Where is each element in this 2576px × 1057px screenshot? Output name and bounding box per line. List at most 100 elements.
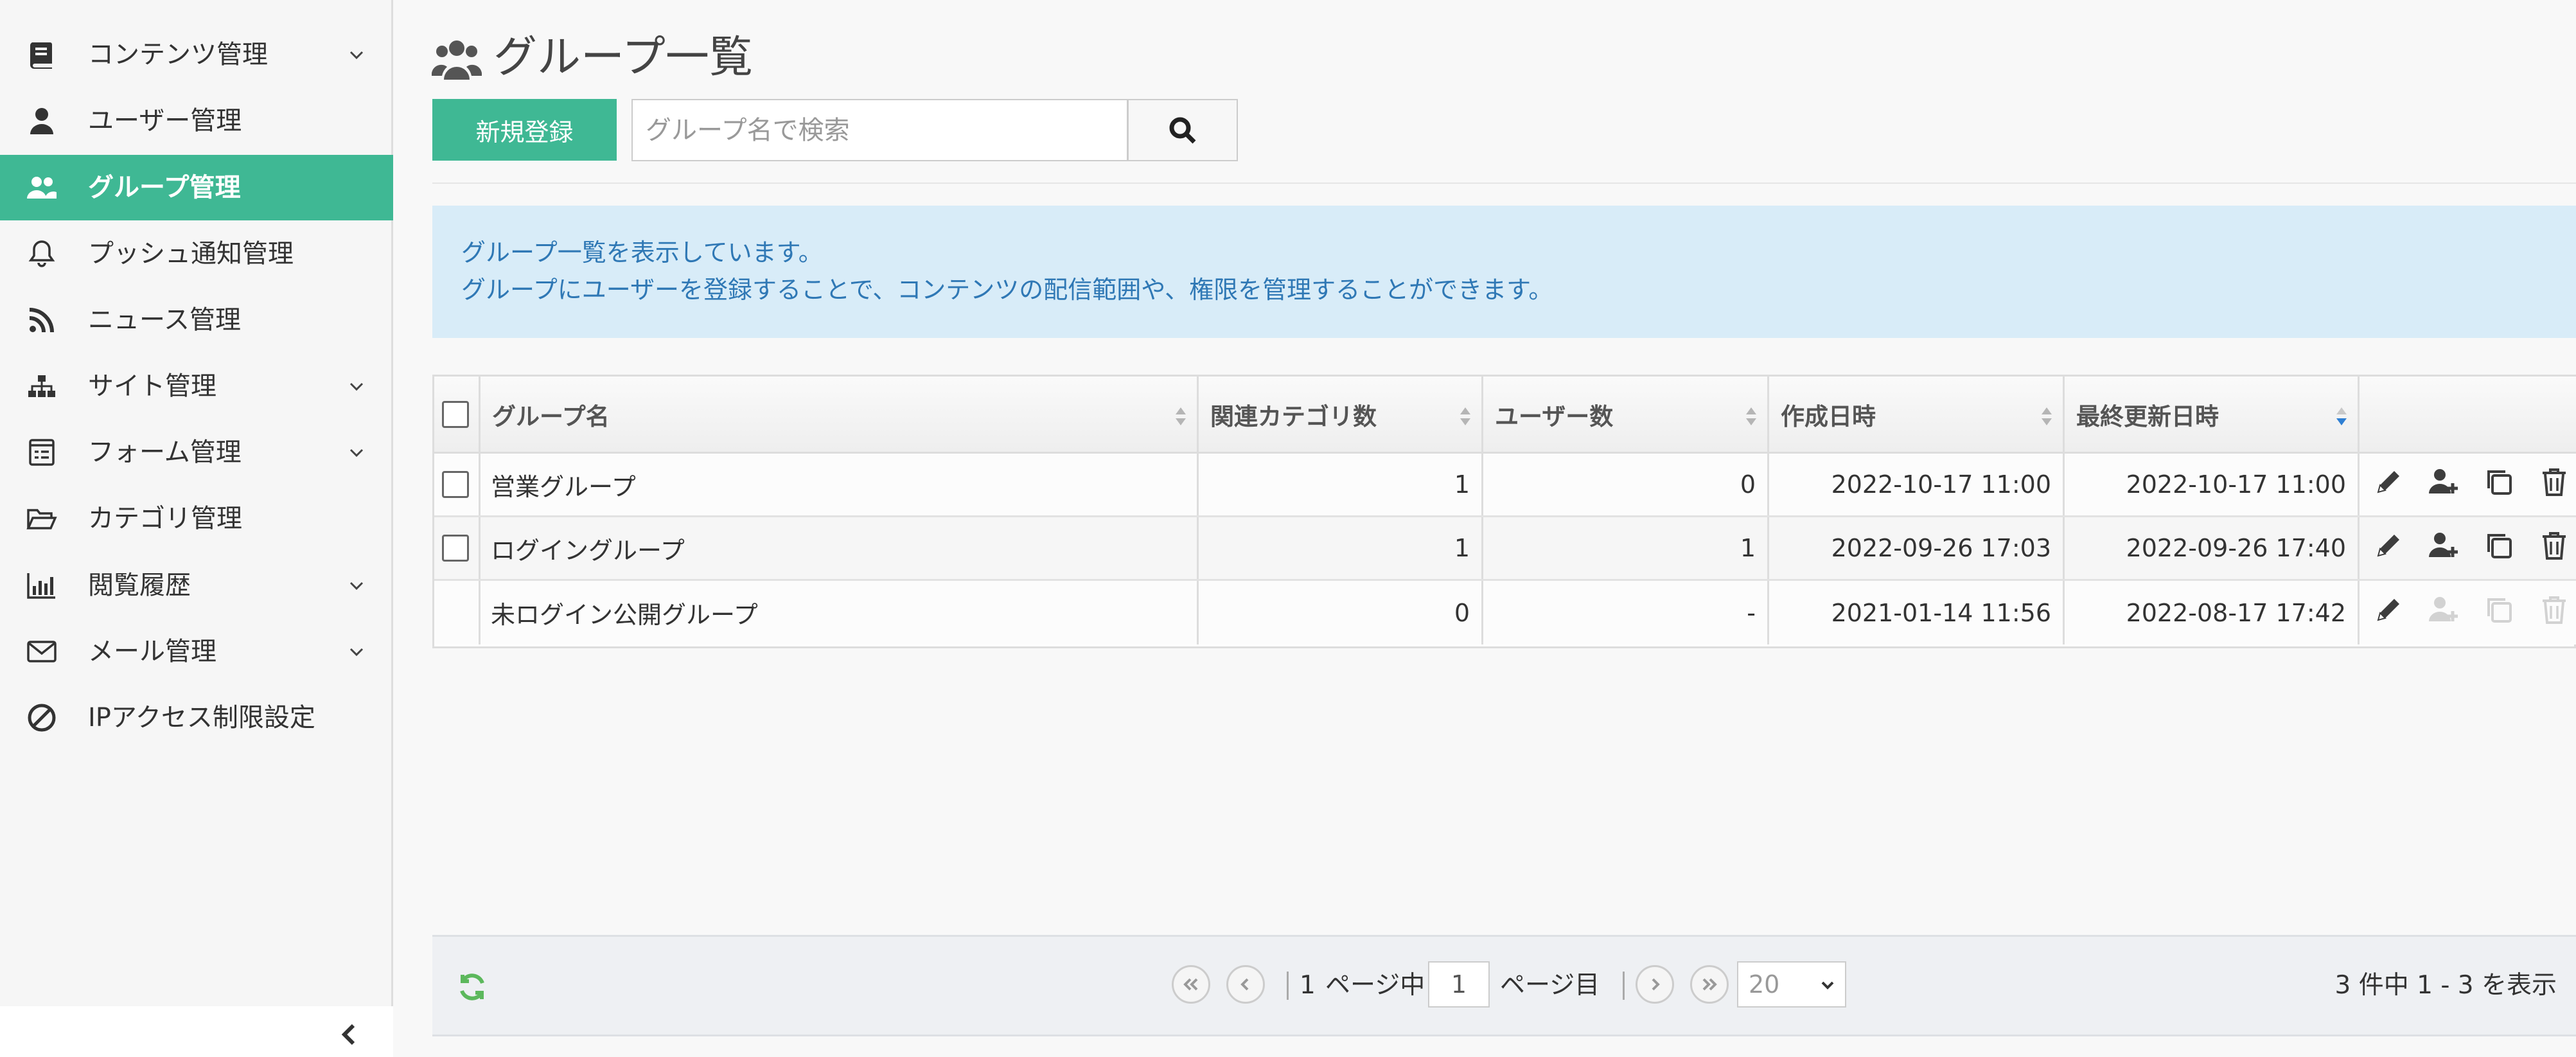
chevron-down-icon [346,574,367,596]
sidebar-item-news[interactable]: ニュース管理 [0,287,393,353]
sidebar-item-sites[interactable]: サイト管理 [0,353,393,419]
row-checkbox[interactable] [442,471,469,498]
sidebar-item-push[interactable]: プッシュ通知管理 [0,221,393,287]
prev-page-button[interactable] [1226,965,1265,1004]
double-chevron-right-icon [1700,975,1718,993]
page-number-input[interactable] [1428,961,1490,1008]
select-all-checkbox[interactable] [442,400,469,428]
category-count: 1 [1199,454,1483,515]
new-group-button[interactable]: 新規登録 [432,99,617,161]
trash-icon [2537,529,2571,568]
user-count: 1 [1483,517,1769,579]
book-icon [26,39,58,71]
col-header-updated[interactable]: 最終更新日時 [2065,377,2360,452]
created-at: 2022-09-26 17:03 [1769,517,2065,579]
sitemap-icon [26,370,58,402]
edit-button[interactable] [2370,594,2407,632]
sidebar-item-label: ユーザー管理 [88,106,242,136]
sidebar-item-ip-restriction[interactable]: IPアクセス制限設定 [0,685,393,751]
chevron-left-icon [1237,975,1255,993]
col-header-category-count[interactable]: 関連カテゴリ数 [1199,377,1483,452]
sidebar-item-history[interactable]: 閲覧履歴 [0,553,393,618]
chevron-left-icon[interactable] [335,1020,364,1049]
next-page-button[interactable] [1636,965,1674,1004]
sidebar-item-contents[interactable]: コンテンツ管理 [0,22,393,87]
sidebar-item-label: コンテンツ管理 [88,40,268,69]
row-actions [2360,454,2576,515]
copy-button[interactable] [2480,466,2518,503]
edit-button[interactable] [2370,529,2407,567]
refresh-icon[interactable] [455,970,489,1004]
add-member-button [2425,594,2462,632]
pager-separator [1623,972,1625,1000]
add-member-button[interactable] [2425,466,2462,503]
last-page-button[interactable] [1690,965,1729,1004]
chevron-down-icon [346,641,367,662]
sidebar-footer [0,1006,393,1057]
column-label: ユーザー数 [1495,402,1614,431]
sidebar-item-label: フォーム管理 [88,438,242,467]
col-header-actions [2360,377,2576,452]
sidebar-item-categories[interactable]: カテゴリ管理 [0,486,393,551]
delete-button [2536,594,2573,632]
sidebar: コンテンツ管理 ユーザー管理 グループ管理 プッシュ通知管理 ニュース管理 サイ… [0,0,393,1057]
trash-icon [2537,593,2571,632]
col-header-created[interactable]: 作成日時 [1769,377,2065,452]
page-size-value: 20 [1749,970,1780,999]
delete-button[interactable] [2536,529,2573,567]
folder-open-icon [26,502,58,535]
sort-icon [1174,405,1188,428]
search-input[interactable] [631,99,1128,161]
sort-icon [1744,405,1758,428]
column-label: 作成日時 [1781,402,1876,431]
sort-icon [2040,405,2054,428]
search-button[interactable] [1127,99,1238,161]
delete-button[interactable] [2536,466,2573,503]
add-member-button[interactable] [2425,529,2462,567]
copy-icon [2482,465,2516,504]
double-chevron-left-icon [1182,975,1200,993]
category-count: 1 [1199,517,1483,579]
user-plus-icon [2427,593,2460,632]
copy-icon [2482,529,2516,568]
form-icon [26,436,58,468]
copy-icon [2482,593,2516,632]
table-row: ログイングループ 1 1 2022-09-26 17:03 2022-09-26… [434,517,2576,581]
sidebar-item-label: 閲覧履歴 [88,571,191,600]
sidebar-item-mail[interactable]: メール管理 [0,619,393,684]
table-header: グループ名 関連カテゴリ数 ユーザー数 作成日時 最終更新日時 [434,377,2576,454]
sidebar-item-label: サイト管理 [88,371,216,401]
sidebar-item-forms[interactable]: フォーム管理 [0,420,393,485]
sidebar-item-groups[interactable]: グループ管理 [0,155,393,220]
pencil-icon [2372,593,2405,632]
group-name: ログイングループ [481,517,1199,579]
col-header-name[interactable]: グループ名 [481,377,1199,452]
trash-icon [2537,465,2571,504]
sidebar-item-users[interactable]: ユーザー管理 [0,88,393,154]
users-icon [26,172,58,204]
col-header-user-count[interactable]: ユーザー数 [1483,377,1769,452]
users-icon [431,37,482,82]
pager: 1 ページ中 ページ目 20 3 件中 1 - 3 を表示 [432,935,2576,1036]
sidebar-item-label: カテゴリ管理 [88,504,242,533]
record-summary: 3 件中 1 - 3 を表示 [2334,971,2557,1000]
edit-button[interactable] [2370,466,2407,503]
envelope-icon [26,635,58,668]
divider [432,182,2576,184]
sidebar-item-label: グループ管理 [88,173,241,202]
sidebar-item-label: ニュース管理 [88,305,241,335]
row-select-cell [434,454,481,515]
updated-at: 2022-10-17 11:00 [2065,454,2360,515]
total-pages: 1 [1300,971,1316,1000]
copy-button[interactable] [2480,529,2518,567]
created-at: 2021-01-14 11:56 [1769,581,2065,644]
column-label: 最終更新日時 [2076,402,2219,431]
page-size-select[interactable]: 20 [1737,961,1846,1008]
row-checkbox[interactable] [442,535,469,562]
first-page-button[interactable] [1172,965,1210,1004]
ban-icon [26,702,58,734]
rss-icon [26,304,58,336]
row-actions [2360,517,2576,579]
user-plus-icon [2427,465,2460,504]
row-actions [2360,581,2576,644]
